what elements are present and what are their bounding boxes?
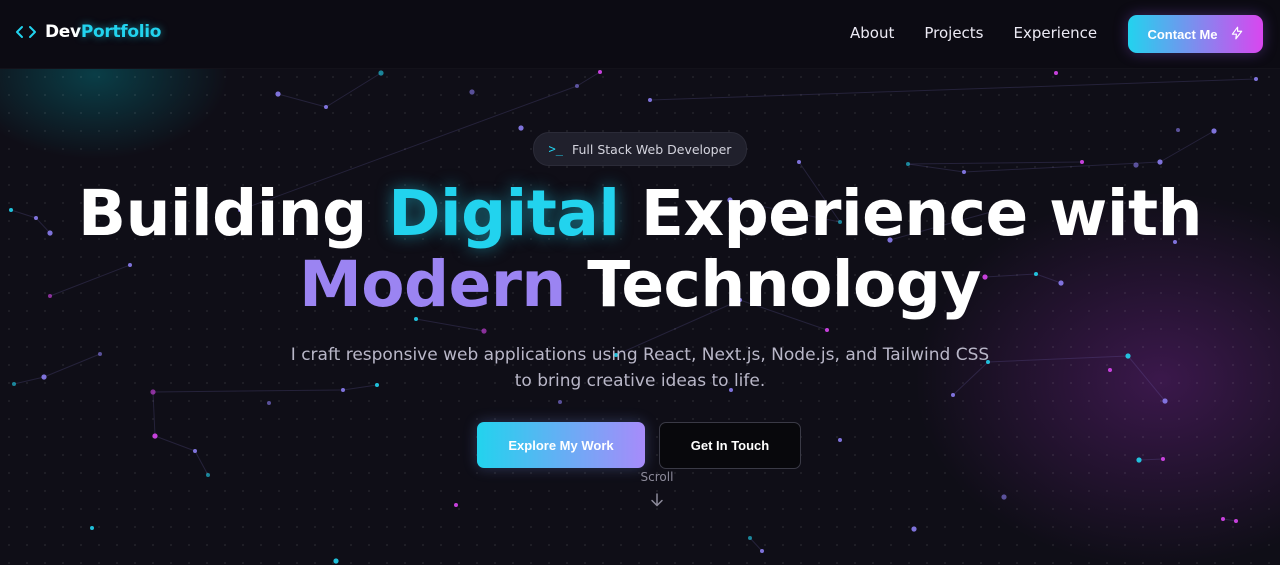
role-badge-label: Full Stack Web Developer — [572, 141, 732, 157]
particle-dot — [98, 352, 102, 356]
particle-link — [152, 391, 156, 437]
particle-dot — [150, 389, 156, 395]
particle-dot — [1161, 457, 1165, 461]
particle-link — [649, 78, 1257, 101]
particle-dot — [838, 438, 842, 442]
particle-dot — [797, 160, 801, 164]
hero-headline: Building Digital Experience with Modern T… — [0, 178, 1280, 320]
particle-link — [1138, 458, 1164, 461]
particle-dot — [962, 170, 966, 174]
particle-dot — [1080, 160, 1084, 164]
particle-dot — [469, 89, 475, 95]
arrow-down-icon — [650, 492, 664, 512]
particle-dot — [481, 328, 487, 334]
particle-dot — [748, 536, 752, 540]
particle-dot — [598, 70, 602, 74]
particle-dot — [378, 70, 384, 76]
particle-link — [1127, 355, 1166, 402]
particle-dot — [1157, 159, 1163, 165]
get-in-touch-button[interactable]: Get In Touch — [659, 422, 801, 469]
particle-dot — [1108, 368, 1112, 372]
particle-dot — [1221, 517, 1225, 521]
lightning-icon — [1230, 26, 1244, 43]
particle-dot — [906, 162, 910, 166]
particle-link — [43, 353, 101, 378]
headline-part2: Experience with — [619, 177, 1203, 250]
particle-dot — [1176, 128, 1180, 132]
role-badge: >_ Full Stack Web Developer — [533, 132, 747, 166]
brand-name-dev: Dev — [45, 22, 81, 42]
particle-dot — [206, 473, 210, 477]
brand-name: DevPortfolio — [45, 22, 161, 42]
terminal-icon: >_ — [548, 142, 563, 156]
particle-dot — [152, 433, 158, 439]
particle-dot — [518, 125, 524, 131]
particle-dot — [454, 503, 458, 507]
top-navbar: DevPortfolio About Projects Experience C… — [0, 0, 1280, 69]
nav-link-about[interactable]: About — [850, 24, 894, 42]
particle-dot — [324, 105, 328, 109]
particle-dot — [1001, 494, 1007, 500]
particle-dot — [1162, 398, 1168, 404]
particle-link — [907, 163, 965, 173]
headline-highlight-digital: Digital — [388, 177, 620, 250]
nav-link-experience[interactable]: Experience — [1014, 24, 1098, 42]
particle-dot — [333, 558, 339, 564]
particle-link — [749, 537, 763, 552]
particle-link — [154, 435, 196, 452]
explore-work-button[interactable]: Explore My Work — [477, 422, 645, 468]
contact-me-label: Contact Me — [1147, 26, 1218, 42]
particle-link — [325, 72, 382, 108]
code-brackets-icon — [15, 25, 37, 39]
particle-dot — [267, 401, 271, 405]
headline-part1: Building — [78, 177, 389, 250]
particle-dot — [1125, 353, 1131, 359]
hero-subtitle: I craft responsive web applications usin… — [290, 345, 990, 391]
main-nav: About Projects Experience — [850, 24, 1097, 42]
particle-dot — [1254, 77, 1258, 81]
particle-dot — [760, 549, 764, 553]
particle-dot — [575, 84, 579, 88]
particle-dot — [825, 328, 829, 332]
particle-dot — [193, 449, 197, 453]
contact-me-button[interactable]: Contact Me — [1128, 15, 1263, 53]
particle-link — [277, 93, 327, 108]
particle-link — [194, 450, 209, 476]
scroll-indicator[interactable]: Scroll — [620, 470, 694, 512]
headline-part3: Technology — [565, 248, 981, 321]
brand-name-portfolio: Portfolio — [80, 22, 162, 42]
particle-dot — [558, 400, 562, 404]
particle-dot — [911, 526, 917, 532]
particle-dot — [90, 526, 94, 530]
particle-dot — [275, 91, 281, 97]
headline-highlight-modern: Modern — [299, 248, 566, 321]
scroll-label: Scroll — [640, 470, 674, 484]
particle-dot — [648, 98, 652, 102]
particle-dot — [1211, 128, 1217, 134]
brand-logo[interactable]: DevPortfolio — [15, 22, 161, 42]
particle-dot — [1133, 162, 1139, 168]
particle-dot — [1234, 519, 1238, 523]
particle-dot — [12, 382, 16, 386]
particle-dot — [41, 374, 47, 380]
particle-link — [987, 355, 1129, 363]
particle-link — [13, 376, 45, 385]
nav-link-projects[interactable]: Projects — [924, 24, 983, 42]
particle-dot — [1136, 457, 1142, 463]
particle-link — [907, 161, 1083, 165]
particle-link — [576, 71, 601, 87]
particle-link — [1159, 130, 1215, 163]
particle-dot — [1054, 71, 1058, 75]
